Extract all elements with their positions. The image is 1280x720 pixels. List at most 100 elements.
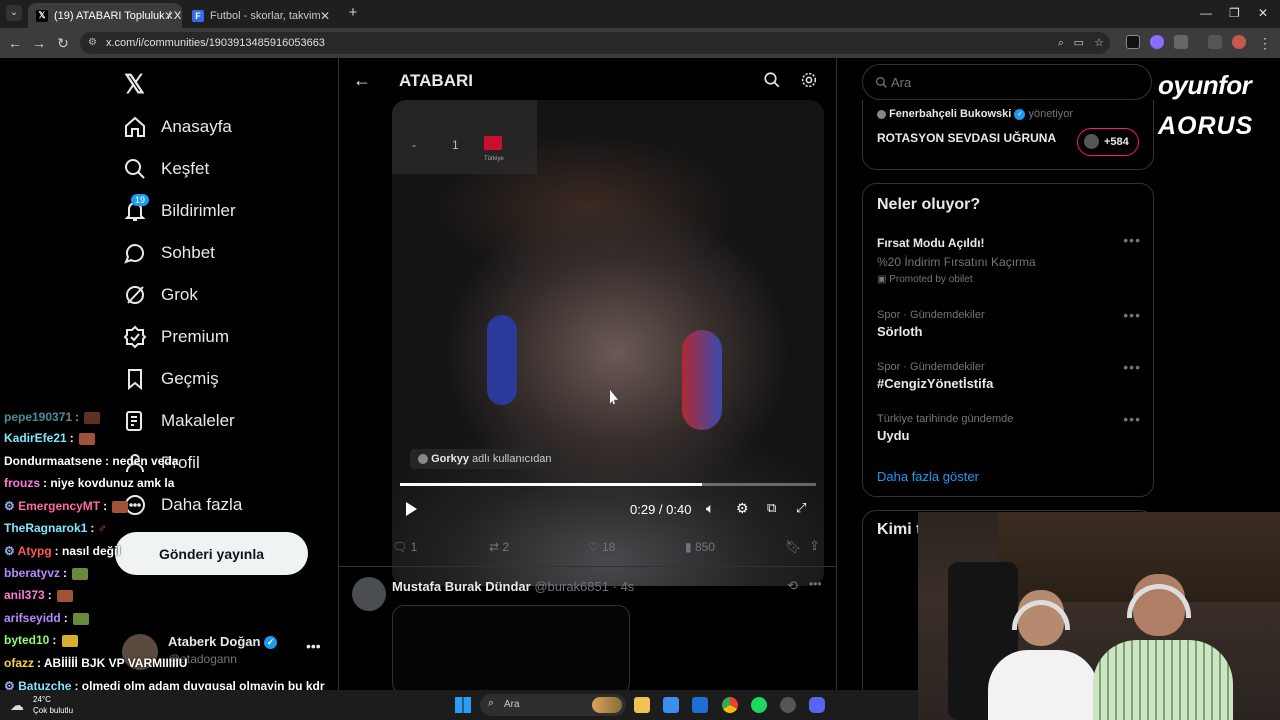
post-item[interactable]: Mustafa Burak Dündar @burak6851 · 4s ⟲ •… [339,567,838,695]
articles-icon [126,411,142,431]
chat-username: bberatyvz [4,566,61,580]
nav-articles[interactable]: Makaleler [123,406,235,436]
nav-label: Geçmiş [161,369,219,388]
more-dots-icon[interactable]: ••• [1123,359,1141,375]
avatar[interactable] [1232,35,1246,49]
gear-icon[interactable] [800,71,818,89]
pip-icon[interactable]: ⧉ [767,500,776,516]
bookmark-icon[interactable]: 🔖︎ [785,539,802,555]
share-icon[interactable]: ⇪ [809,538,820,554]
show-more-link[interactable]: Daha fazla göster [877,469,979,484]
chrome-icon[interactable] [722,697,738,713]
more-dots-icon[interactable]: ••• [1123,232,1141,248]
address-bar-row: ← → ↻ ⚙ x.com/i/communities/190391348591… [0,28,1280,58]
search-highlight-icon [592,697,622,713]
puzzle-icon[interactable] [1174,35,1188,49]
star-icon[interactable]: ☆ [1094,32,1104,54]
taskbar-search[interactable]: ⌕ Ara [480,694,626,716]
trend-item[interactable]: Spor · Gündemdekiler #CengizYönetİstifa … [877,359,1141,401]
browser-menu-icon[interactable]: ⋮ [1256,34,1274,52]
emote-icon [61,634,78,647]
close-tab-icon[interactable]: ✕ [320,9,330,23]
extension-icon[interactable] [1126,35,1140,49]
views-button[interactable]: ▮ 850 [685,540,715,554]
person-right [1093,574,1233,720]
windows-start-icon[interactable] [455,697,471,713]
back-icon[interactable]: ← [6,34,24,52]
video-attribution[interactable]: Gorkyy adlı kullanıcıdan [410,449,560,469]
file-explorer-icon[interactable] [634,697,650,713]
chat-message: arifseyidd: [4,611,90,625]
trend-item[interactable]: Fırsat Modu Açıldı! %20 İndirim Fırsatın… [877,232,1141,291]
settings-icon[interactable]: ⚙ [736,500,749,517]
nav-explore[interactable]: Keşfet [123,154,209,184]
more-dots-icon[interactable]: ••• [809,577,822,591]
minimize-icon[interactable]: — [1200,6,1212,20]
search-input[interactable]: Ara [862,64,1152,100]
close-tab-icon[interactable]: ✕ [164,9,174,23]
discord-icon[interactable] [809,697,825,713]
account-name: Ataberk Doğan [168,634,261,649]
member-pill[interactable]: +584 [1077,128,1139,156]
store-icon[interactable] [663,697,679,713]
video-progress-fill [400,483,702,486]
more-dots-icon[interactable]: ••• [1123,411,1141,427]
url-input[interactable]: ⚙ x.com/i/communities/190391348591605366… [80,32,1110,54]
attribution-suffix: adlı kullanıcıdan [472,453,552,465]
media-icon[interactable] [1208,35,1222,49]
tab-futbol[interactable]: F Futbol - skorlar, takvim & oranlar ✕ [184,3,338,28]
nav-home[interactable]: Anasayfa [123,112,232,142]
weather-widget[interactable]: ☁ 24°C Çok bulutlu [10,693,100,719]
emote-icon: ♂ [97,521,107,535]
back-arrow-icon[interactable]: ← [353,70,371,91]
trend-item[interactable]: Türkiye tarihinde gündemde Uydu ••• [877,411,1141,453]
repost-button[interactable]: ⇄ 2 [489,540,509,554]
badge-icon: ⚙ [4,499,15,513]
search-icon: ⌕ [488,697,495,709]
post-media[interactable] [392,605,630,695]
moderator-role: yönetiyor [1028,108,1074,120]
volume-icon[interactable]: 🔈︎ [706,500,714,517]
video-player[interactable]: - 1 Türkiye Gorkyy adlı kullanıcıdan 0:2… [392,100,824,586]
x-logo-icon[interactable]: 𝕏 [124,69,145,100]
new-tab-button[interactable]: + [344,4,362,22]
trend-item[interactable]: Spor · Gündemdekiler Sörloth ••• [877,307,1141,349]
fullscreen-icon[interactable]: ⤢ [796,500,806,516]
forward-icon[interactable]: → [30,34,48,52]
chat-message: ⚙ EmergencyMT: [4,499,129,513]
spotify-icon[interactable] [751,697,767,713]
extension-icon[interactable] [1150,35,1164,49]
nav-grok[interactable]: Grok [123,280,198,310]
chat-text: ABİİİİİ BJK VP VARMIIIIIU [43,656,188,670]
site-info-icon[interactable]: ⚙ [88,32,97,54]
tab-atabari[interactable]: 𝕏 (19) ATABARI Topluluk / X ✕ [28,3,182,28]
browser-tab-bar: ⌄ 𝕏 (19) ATABARI Topluluk / X ✕ F Futbol… [0,0,1280,28]
maximize-icon[interactable]: ❐ [1229,6,1240,20]
close-window-icon[interactable]: ✕ [1258,6,1268,20]
chat-text: nasıl değil [62,544,121,558]
community-card[interactable]: Fenerbahçeli Bukowski ✓ yönetiyor ROTASY… [862,100,1154,170]
bookmark-icon [128,369,142,391]
flashscore-icon: F [192,9,204,22]
nav-more[interactable]: Daha fazla [123,490,242,520]
reload-icon[interactable]: ↻ [54,34,72,52]
more-dots-icon[interactable]: ••• [1123,307,1141,323]
post-button[interactable]: Gönderi yayınla [115,532,308,575]
nav-bookmarks[interactable]: Geçmiş [123,364,219,394]
nav-premium[interactable]: Premium [123,322,229,352]
more-dots-icon[interactable]: ••• [306,638,321,654]
cast-icon[interactable]: ▭ [1074,32,1084,54]
nav-notifications[interactable]: 19 Bildirimler [123,194,236,226]
like-button[interactable]: ♡ 18 [588,540,615,554]
reply-button[interactable]: 🗨︎ 1 [392,540,417,554]
steam-icon[interactable] [780,697,796,713]
search-icon[interactable] [763,71,781,89]
play-icon[interactable] [406,502,417,516]
grok-icon[interactable]: ⟲ [787,578,798,594]
outlook-icon[interactable] [692,697,708,713]
nav-chat[interactable]: Sohbet [123,238,215,268]
zoom-icon[interactable]: ⌕ [1058,32,1064,54]
tab-list-button[interactable]: ⌄ [6,5,22,21]
video-progress-track[interactable] [400,483,816,486]
chat-username: Dondurmaatsene [4,454,103,468]
